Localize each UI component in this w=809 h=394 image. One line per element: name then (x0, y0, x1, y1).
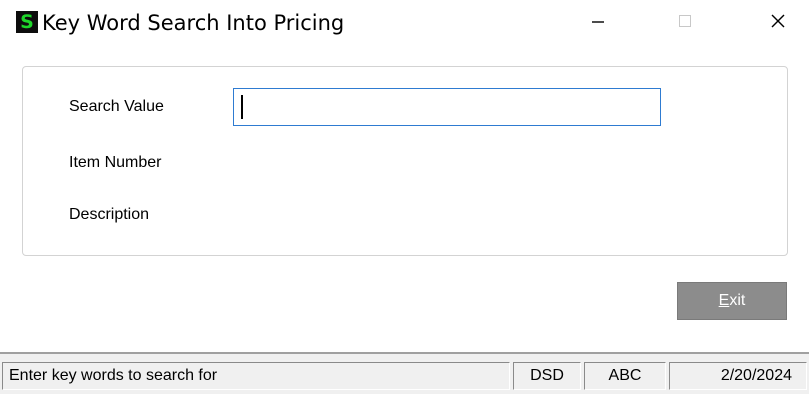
search-value-label: Search Value (69, 98, 164, 115)
minimize-button[interactable] (575, 0, 621, 42)
title-bar[interactable]: S Key Word Search Into Pricing (0, 0, 809, 46)
close-button[interactable] (755, 0, 801, 42)
search-value-input[interactable] (233, 88, 661, 126)
status-date: 2/20/2024 (669, 362, 807, 390)
status-module: ABC (584, 362, 666, 390)
item-number-label: Item Number (69, 154, 162, 171)
close-icon (771, 14, 785, 28)
maximize-button[interactable] (662, 0, 708, 42)
text-caret (241, 95, 243, 119)
status-bar: Enter key words to search for DSD ABC 2/… (0, 352, 809, 394)
app-logo-icon: S (16, 11, 38, 33)
maximize-icon (679, 15, 691, 27)
exit-button[interactable]: Exit (677, 282, 787, 320)
status-message: Enter key words to search for (2, 362, 510, 390)
description-label: Description (69, 206, 150, 223)
exit-accelerator: E (718, 292, 730, 309)
exit-label: xit (729, 292, 746, 309)
window-title: Key Word Search Into Pricing (42, 11, 345, 35)
status-company: DSD (513, 362, 581, 390)
minimize-icon (592, 21, 604, 23)
